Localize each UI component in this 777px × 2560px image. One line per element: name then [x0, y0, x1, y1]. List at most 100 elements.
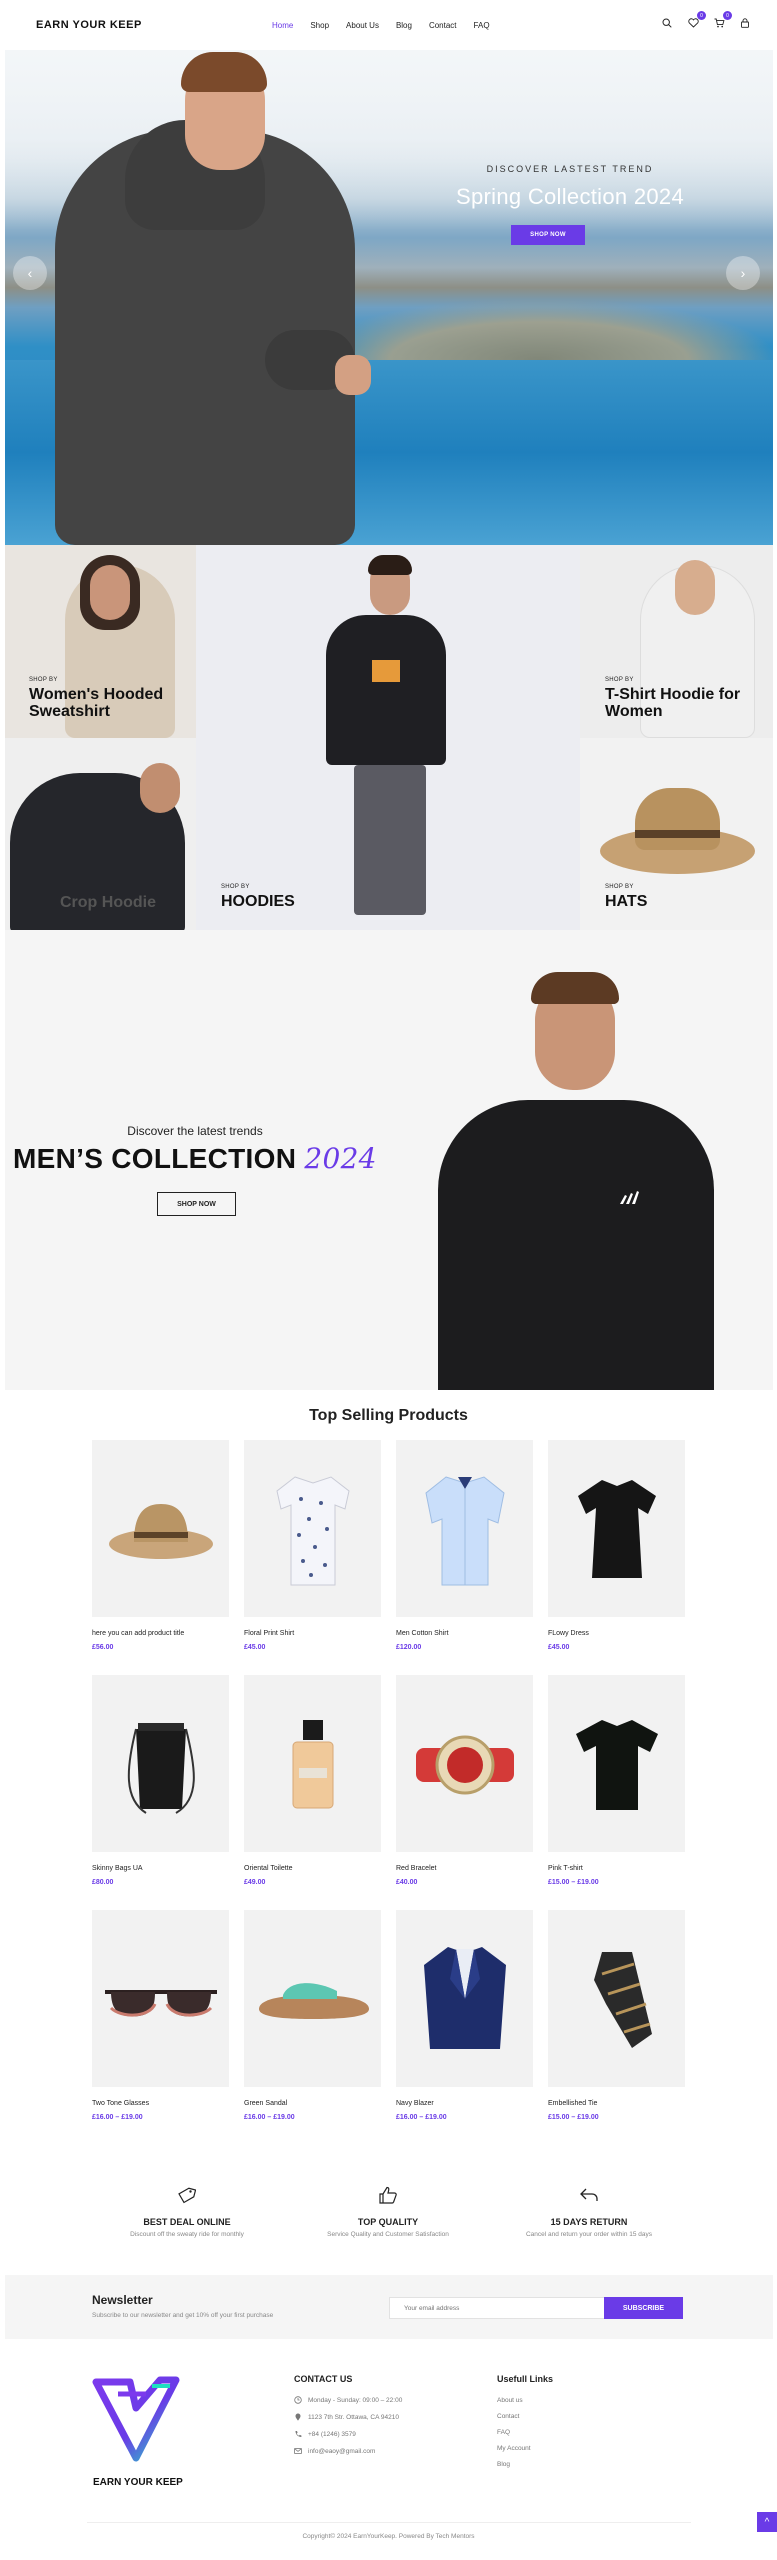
product-image[interactable] [92, 1675, 229, 1852]
product-image[interactable] [92, 1910, 229, 2087]
product-name[interactable]: Skinny Bags UA [92, 1865, 229, 1872]
feature-title: BEST DEAL ONLINE [143, 2217, 231, 2227]
product-card[interactable]: Green Sandal £16.00 – £19.00 [244, 1910, 381, 2121]
cart-button[interactable]: 0 [712, 11, 732, 30]
product-name[interactable]: Red Bracelet [396, 1865, 533, 1872]
crop-model-face [140, 763, 180, 813]
product-name[interactable]: Men Cotton Shirt [396, 1630, 533, 1637]
header-actions: 0 0 [660, 11, 752, 30]
product-card[interactable]: Pink T-shirt £15.00 – £19.00 [548, 1675, 685, 1886]
pin-icon [295, 2413, 301, 2421]
nav-blog[interactable]: Blog [396, 21, 412, 30]
category-hoodies[interactable]: SHOP BY HOODIES [196, 545, 580, 930]
product-image[interactable] [396, 1440, 533, 1617]
category-title: HOODIES [221, 893, 295, 910]
return-arrow-icon [580, 2188, 598, 2201]
tshirt-model-face [675, 560, 715, 615]
footer-divider [87, 2522, 691, 2523]
hoodies-print [372, 660, 400, 682]
chevron-left-icon: ‹ [27, 265, 33, 281]
newsletter-email-input[interactable] [389, 2297, 609, 2319]
scroll-to-top-button[interactable]: ^ [757, 2512, 777, 2532]
product-card[interactable]: Skinny Bags UA £80.00 [92, 1675, 229, 1886]
product-image[interactable] [244, 1910, 381, 2087]
nav-faq[interactable]: FAQ [474, 21, 490, 30]
product-image[interactable] [548, 1675, 685, 1852]
nav-contact[interactable]: Contact [429, 21, 457, 30]
product-image[interactable] [548, 1440, 685, 1617]
slider-prev-button[interactable]: ‹ [13, 256, 47, 290]
category-kicker: SHOP BY [605, 677, 634, 683]
bracelet-icon [415, 1735, 514, 1794]
product-card[interactable]: FLowy Dress £45.00 [548, 1440, 685, 1651]
drawstring-bag-icon [127, 1722, 195, 1814]
account-icon[interactable] [738, 16, 752, 30]
slider-next-button[interactable]: › [726, 256, 760, 290]
product-image[interactable] [244, 1440, 381, 1617]
subscribe-button[interactable]: SUBSCRIBE [604, 2297, 683, 2319]
footer-contact-address: 1123 7th Str. Ottawa, CA 94210 [294, 2413, 402, 2421]
footer-link-faq[interactable]: FAQ [497, 2429, 531, 2436]
footer-link-blog[interactable]: Blog [497, 2461, 531, 2468]
hero-shop-now-button[interactable]: SHOP NOW [511, 225, 585, 245]
product-card[interactable]: Red Bracelet £40.00 [396, 1675, 533, 1886]
product-name[interactable]: Two Tone Glasses [92, 2100, 229, 2107]
search-icon[interactable] [660, 16, 674, 30]
category-kicker: SHOP BY [605, 884, 634, 890]
thumbs-up-icon [379, 2186, 397, 2204]
product-card[interactable]: Floral Print Shirt £45.00 [244, 1440, 381, 1651]
product-image[interactable] [244, 1675, 381, 1852]
product-name[interactable]: Green Sandal [244, 2100, 381, 2107]
product-image[interactable] [92, 1440, 229, 1617]
footer-link-about-us[interactable]: About us [497, 2397, 531, 2404]
product-name[interactable]: Navy Blazer [396, 2100, 533, 2107]
product-image[interactable] [548, 1910, 685, 2087]
category-hats[interactable]: SHOP BY HATS [580, 738, 773, 930]
product-name[interactable]: Oriental Toilette [244, 1865, 381, 1872]
product-name[interactable]: FLowy Dress [548, 1630, 685, 1637]
hero-subtitle: DISCOVER LASTEST TREND [486, 164, 654, 174]
mail-icon [294, 2448, 302, 2454]
product-card[interactable]: Men Cotton Shirt £120.00 [396, 1440, 533, 1651]
main-nav: Home Shop About Us Blog Contact FAQ [272, 21, 507, 30]
product-price: £45.00 [244, 1644, 266, 1651]
nav-about-us[interactable]: About Us [346, 21, 379, 30]
category-womens-hooded-sweatshirt[interactable]: SHOP BY Women's Hooded Sweatshirt [5, 545, 196, 738]
site-logo[interactable]: EARN YOUR KEEP [36, 19, 142, 31]
product-name[interactable]: Pink T-shirt [548, 1865, 685, 1872]
footer-contact-list: Monday - Sunday: 09:00 – 22:00 1123 7th … [294, 2396, 402, 2455]
footer-logo-mark[interactable] [90, 2372, 182, 2462]
product-price: £15.00 – £19.00 [548, 2114, 599, 2121]
product-image[interactable] [396, 1910, 533, 2087]
product-name[interactable]: Floral Print Shirt [244, 1630, 381, 1637]
product-card[interactable]: here you can add product title £56.00 [92, 1440, 229, 1651]
product-name[interactable]: Embellished Tie [548, 2100, 685, 2107]
cotton-shirt-icon [424, 1475, 505, 1585]
nav-shop[interactable]: Shop [310, 21, 329, 30]
category-kicker: SHOP BY [221, 884, 250, 890]
nav-home[interactable]: Home [272, 21, 293, 30]
product-name[interactable]: here you can add product title [92, 1630, 229, 1637]
category-crop-hoodie[interactable]: Crop Hoodie [5, 738, 196, 930]
product-price: £120.00 [396, 1644, 422, 1651]
product-card[interactable]: Embellished Tie £15.00 – £19.00 [548, 1910, 685, 2121]
category-title: HATS [605, 893, 648, 910]
product-card[interactable]: Navy Blazer £16.00 – £19.00 [396, 1910, 533, 2121]
product-image[interactable] [396, 1675, 533, 1852]
product-card[interactable]: Oriental Toilette £49.00 [244, 1675, 381, 1886]
product-price: £56.00 [92, 1644, 114, 1651]
product-card[interactable]: Two Tone Glasses £16.00 – £19.00 [92, 1910, 229, 2121]
category-tshirt-hoodie[interactable]: SHOP BY T-Shirt Hoodie for Women [580, 545, 773, 738]
product-price: £15.00 – £19.00 [548, 1879, 599, 1886]
sandal-icon [258, 1982, 369, 2019]
footer-contact-email[interactable]: info@eaoy@gmail.com [294, 2447, 402, 2455]
footer-link-my-account[interactable]: My Account [497, 2445, 531, 2452]
cart-count-badge: 0 [723, 11, 732, 20]
footer-links-title: Usefull Links [497, 2374, 554, 2384]
mens-title: MEN’S COLLECTION 2024 [13, 1142, 377, 1175]
category-title: Crop Hoodie [60, 894, 156, 911]
mens-shop-now-button[interactable]: SHOP NOW [157, 1192, 236, 1216]
wishlist-button[interactable]: 0 [686, 11, 706, 30]
footer-contact-phone[interactable]: +84 (1246) 3579 [294, 2430, 402, 2438]
footer-link-contact[interactable]: Contact [497, 2413, 531, 2420]
